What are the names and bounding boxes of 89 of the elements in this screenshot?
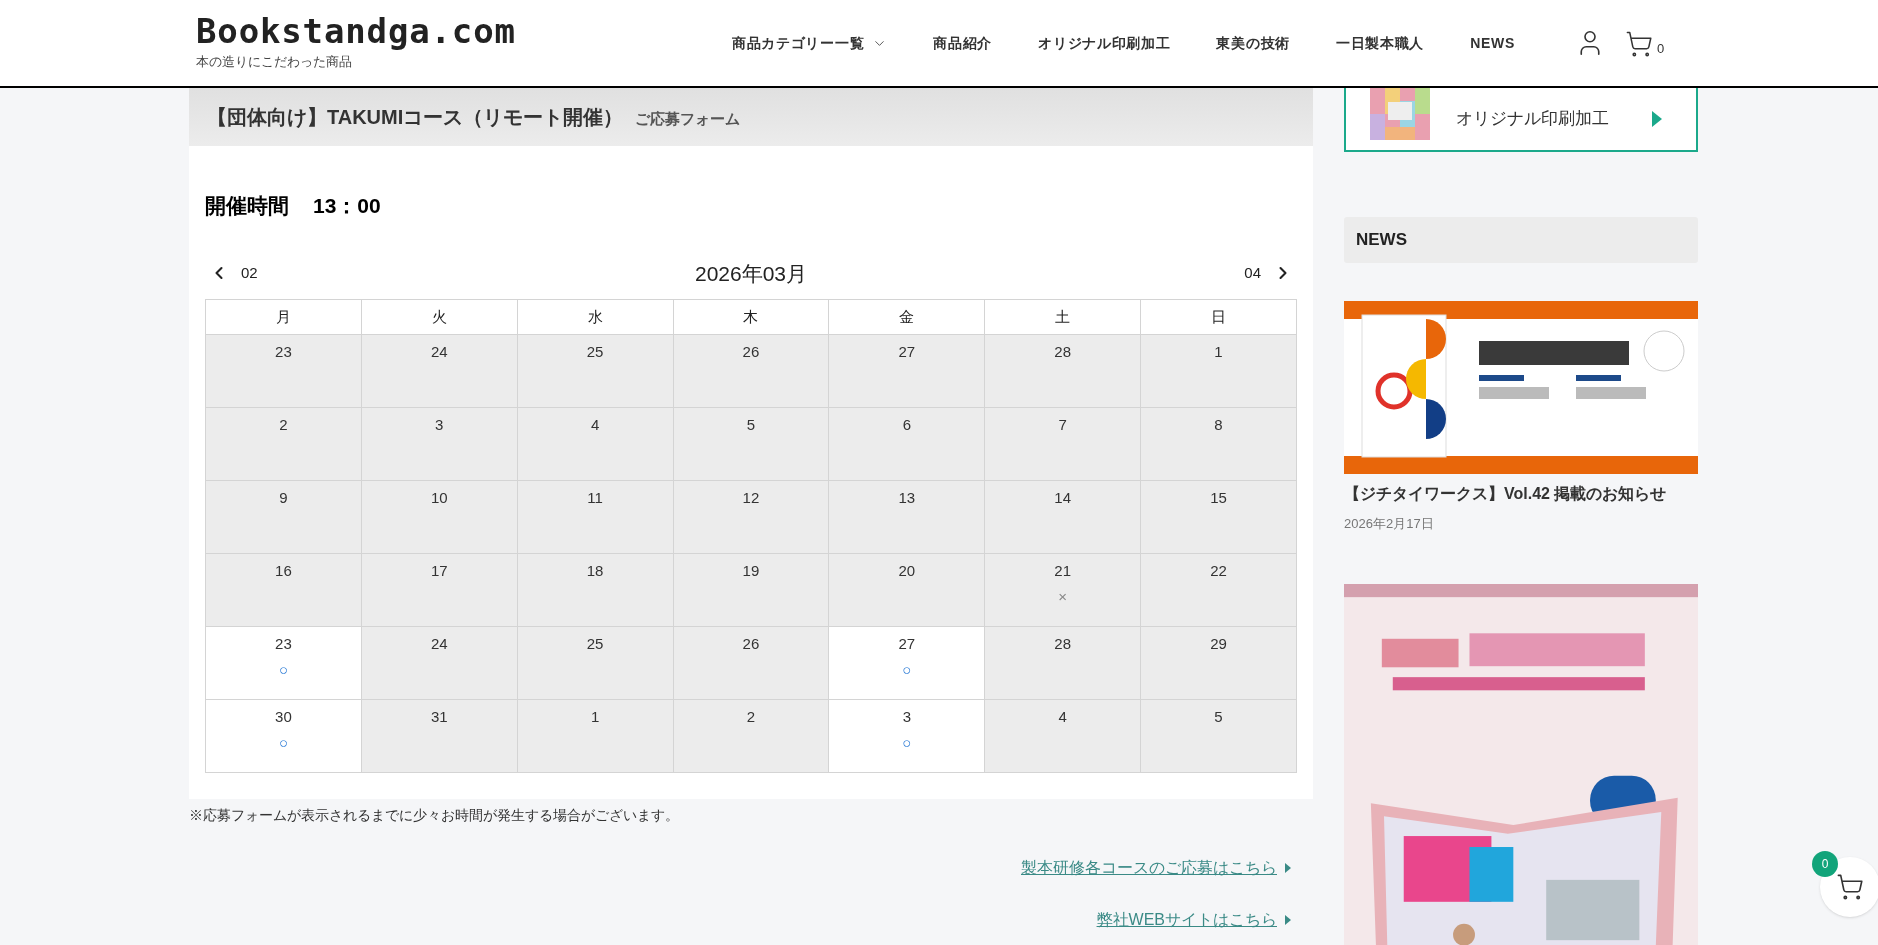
time-value: 13：00 (313, 193, 381, 219)
weekday-header: 土 (984, 299, 1141, 335)
day-number: 5 (1214, 707, 1223, 727)
day-number: 3 (435, 415, 444, 435)
floating-cart-button[interactable] (1820, 857, 1878, 917)
tagline: 本の造りにこだわった商品 (196, 53, 353, 72)
day-number: 16 (275, 561, 292, 581)
site-logo[interactable]: Bookstandga.com (196, 14, 636, 49)
availability-mark: ○ (278, 661, 288, 677)
triangle-right-icon (1285, 863, 1291, 873)
weekday-header: 火 (361, 299, 518, 335)
calendar-day[interactable]: 27 ○ (828, 626, 985, 700)
day-number: 27 (898, 342, 916, 362)
day-number: 5 (746, 415, 756, 435)
note-text: ※応募フォームが表示されるまでに少々お時間が発生する場合がございます。 (189, 806, 680, 825)
day-number: 20 (898, 561, 916, 581)
banner-label: オリジナル印刷加工 (1456, 108, 1610, 131)
day-number: 24 (430, 342, 448, 362)
weekday-header: 日 (1140, 299, 1297, 335)
cart-badge: 0 (1812, 851, 1838, 877)
day-number: 11 (587, 488, 603, 508)
day-number: 10 (430, 488, 448, 508)
day-number: 19 (742, 561, 760, 581)
day-number: 21 (1054, 561, 1071, 581)
day-number: 1 (1214, 342, 1223, 362)
day-number: 31 (430, 707, 448, 727)
news-title[interactable]: 【ジチタイワークス】Vol.42 掲載のお知らせ (1344, 482, 1698, 506)
cart-icon (1836, 873, 1864, 901)
cart-icon[interactable] (1624, 30, 1653, 58)
prev-month-link[interactable]: 02 (209, 262, 258, 285)
day-number: 8 (1214, 415, 1223, 435)
nav-link[interactable]: NEWS (1470, 32, 1515, 54)
print-banner[interactable]: オリジナル印刷加工 (1344, 88, 1698, 152)
day-number: 4 (590, 415, 600, 435)
day-number: 2 (279, 415, 288, 435)
day-number: 25 (586, 634, 604, 654)
day-number: 13 (898, 488, 916, 508)
play-triangle-icon (1652, 111, 1662, 127)
day-number: 9 (279, 488, 288, 508)
day-number: 7 (1058, 415, 1067, 435)
weekday-header: 木 (673, 299, 829, 335)
time-label: 開催時間 (205, 193, 289, 219)
day-number: 27 (898, 634, 916, 654)
nav-link[interactable]: 東美の技術 (1216, 32, 1290, 54)
day-number: 26 (742, 634, 760, 654)
nav-link[interactable]: 商品紹介 (933, 32, 993, 54)
form-subtitle: ご応募フォーム (635, 108, 741, 129)
triangle-right-icon (1285, 915, 1291, 925)
day-number: 15 (1210, 488, 1227, 508)
day-number: 23 (275, 634, 292, 654)
text-link[interactable]: 弊社WEBサイトはこちら (1096, 908, 1291, 932)
text-link[interactable]: 製本研修各コースのご応募はこちら (1021, 856, 1291, 880)
calendar-day[interactable]: 23 ○ (205, 626, 362, 700)
calendar-day[interactable]: 3 ○ (828, 699, 985, 773)
day-number: 22 (1210, 561, 1227, 581)
availability-mark: ○ (278, 734, 288, 750)
day-number: 2 (746, 707, 756, 727)
calendar-day[interactable]: 30 ○ (205, 699, 362, 773)
availability-mark: ○ (902, 661, 912, 677)
day-number: 17 (430, 561, 448, 581)
form-title: 【団体向け】TAKUMIコース（リモート開催） (207, 105, 624, 130)
weekday-header: 金 (828, 299, 985, 335)
next-month-link[interactable]: 04 (1244, 262, 1293, 285)
day-number: 25 (586, 342, 604, 362)
nav-link[interactable]: 一日製本職人 (1335, 32, 1425, 54)
day-number: 30 (275, 707, 292, 727)
news-date: 2026年2月17日 (1344, 515, 1435, 533)
cart-count: 0 (1656, 39, 1665, 58)
day-number: 1 (590, 707, 600, 727)
day-number: 28 (1054, 342, 1071, 362)
availability-mark: ○ (902, 734, 912, 750)
day-number: 26 (742, 342, 760, 362)
day-number: 23 (275, 342, 292, 362)
availability-mark: × (1058, 588, 1067, 604)
weekday-header: 月 (205, 299, 362, 335)
day-number: 3 (902, 707, 911, 727)
calendar-month: 2026年03月 (694, 260, 808, 287)
day-number: 14 (1054, 488, 1071, 508)
nav-link[interactable]: オリジナル印刷加工 (1038, 32, 1171, 54)
weekday-header: 水 (517, 299, 674, 335)
day-number: 12 (742, 488, 760, 508)
news-heading: NEWS (1356, 229, 1407, 252)
day-number: 6 (902, 415, 911, 435)
nav-link[interactable]: 商品カテゴリー一覧 (732, 32, 888, 54)
day-number: 29 (1210, 634, 1227, 654)
day-number: 4 (1058, 707, 1067, 727)
day-number: 24 (430, 634, 448, 654)
day-number: 28 (1054, 634, 1071, 654)
day-number: 18 (586, 561, 604, 581)
